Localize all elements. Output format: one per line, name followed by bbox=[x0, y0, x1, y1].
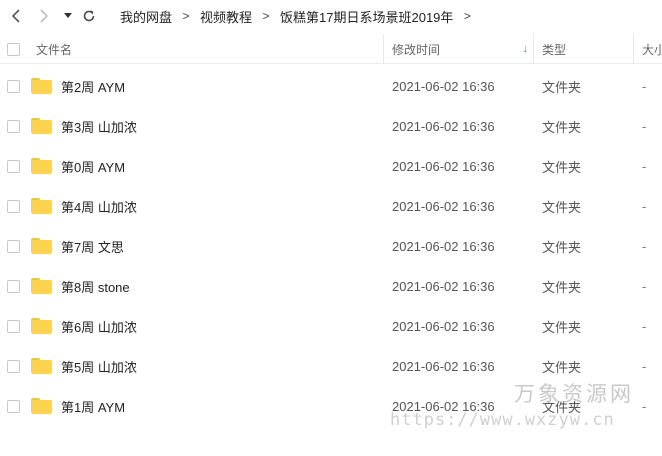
column-header-name-label: 文件名 bbox=[36, 42, 73, 57]
modified-time: 2021-06-02 16:36 bbox=[392, 198, 495, 214]
file-name[interactable]: 第7周 文思 bbox=[61, 226, 124, 266]
file-name[interactable]: 第8周 stone bbox=[61, 266, 130, 306]
file-name[interactable]: 第1周 AYM bbox=[61, 386, 125, 426]
file-type: 文件夹 bbox=[542, 159, 582, 175]
chevron-left-icon bbox=[11, 9, 20, 23]
file-name[interactable]: 第6周 山加浓 bbox=[61, 306, 137, 346]
folder-row[interactable]: 第8周 stone 2021-06-02 16:36 文件夹 - bbox=[0, 266, 662, 306]
row-checkbox[interactable] bbox=[7, 279, 20, 293]
modified-time: 2021-06-02 16:36 bbox=[392, 238, 495, 254]
file-size: - bbox=[642, 318, 647, 334]
file-list-header: 文件名 修改时间 ↓ 类型 大小 bbox=[0, 34, 662, 64]
file-size: - bbox=[642, 118, 647, 134]
refresh-button[interactable] bbox=[79, 0, 99, 32]
breadcrumb-separator: > bbox=[182, 9, 190, 23]
row-checkbox[interactable] bbox=[7, 319, 20, 333]
navigation-bar: 我的网盘 > 视频教程 > 饭糕第17期日系场景班2019年 > bbox=[0, 0, 662, 32]
column-header-size[interactable]: 大小 bbox=[642, 34, 662, 64]
watermark-title: 万象资源网 bbox=[514, 382, 634, 406]
caret-down-icon bbox=[64, 13, 72, 18]
row-checkbox[interactable] bbox=[7, 199, 20, 213]
refresh-icon bbox=[83, 10, 95, 22]
file-type: 文件夹 bbox=[542, 279, 582, 295]
sort-descending-icon: ↓ bbox=[522, 43, 529, 55]
forward-button[interactable] bbox=[34, 0, 54, 32]
file-name[interactable]: 第3周 山加浓 bbox=[61, 106, 137, 146]
file-type: 文件夹 bbox=[542, 239, 582, 255]
file-name[interactable]: 第0周 AYM bbox=[61, 146, 125, 186]
file-list: 第2周 AYM 2021-06-02 16:36 文件夹 - 第3周 山加浓 2… bbox=[0, 66, 662, 426]
file-size: - bbox=[642, 398, 647, 414]
folder-icon bbox=[31, 398, 52, 414]
modified-time: 2021-06-02 16:36 bbox=[392, 318, 495, 334]
breadcrumb-separator: > bbox=[262, 9, 270, 23]
watermark-url: https://www.wxzyw.cn bbox=[390, 410, 615, 430]
history-dropdown-button[interactable] bbox=[61, 0, 75, 32]
file-name[interactable]: 第2周 AYM bbox=[61, 66, 125, 106]
column-divider[interactable] bbox=[383, 34, 384, 64]
column-header-size-label: 大小 bbox=[642, 42, 662, 57]
modified-time: 2021-06-02 16:36 bbox=[392, 118, 495, 134]
file-type: 文件夹 bbox=[542, 199, 582, 215]
folder-row[interactable]: 第7周 文思 2021-06-02 16:36 文件夹 - bbox=[0, 226, 662, 266]
row-checkbox[interactable] bbox=[7, 119, 20, 133]
modified-time: 2021-06-02 16:36 bbox=[392, 278, 495, 294]
folder-row[interactable]: 第6周 山加浓 2021-06-02 16:36 文件夹 - bbox=[0, 306, 662, 346]
breadcrumb-item-video-tutorials[interactable]: 视频教程 bbox=[200, 7, 252, 26]
folder-row[interactable]: 第4周 山加浓 2021-06-02 16:36 文件夹 - bbox=[0, 186, 662, 226]
folder-icon bbox=[31, 118, 52, 134]
modified-time: 2021-06-02 16:36 bbox=[392, 78, 495, 94]
file-size: - bbox=[642, 78, 647, 94]
file-size: - bbox=[642, 278, 647, 294]
folder-icon bbox=[31, 78, 52, 94]
file-size: - bbox=[642, 238, 647, 254]
breadcrumb-item-current-folder[interactable]: 饭糕第17期日系场景班2019年 bbox=[280, 7, 453, 26]
row-checkbox[interactable] bbox=[7, 239, 20, 253]
select-all-checkbox[interactable] bbox=[7, 42, 20, 56]
column-header-name[interactable]: 文件名 bbox=[36, 34, 72, 64]
file-size: - bbox=[642, 158, 647, 174]
folder-row[interactable]: 第0周 AYM 2021-06-02 16:36 文件夹 - bbox=[0, 146, 662, 186]
column-header-type[interactable]: 类型 bbox=[542, 34, 566, 64]
select-all-cell bbox=[7, 34, 20, 64]
row-checkbox[interactable] bbox=[7, 159, 20, 173]
breadcrumb: 我的网盘 > 视频教程 > 饭糕第17期日系场景班2019年 > bbox=[120, 0, 481, 32]
modified-time: 2021-06-02 16:36 bbox=[392, 158, 495, 174]
folder-icon bbox=[31, 238, 52, 254]
folder-icon bbox=[31, 278, 52, 294]
folder-icon bbox=[31, 318, 52, 334]
file-name[interactable]: 第4周 山加浓 bbox=[61, 186, 137, 226]
column-header-type-label: 类型 bbox=[542, 42, 567, 57]
folder-row[interactable]: 第2周 AYM 2021-06-02 16:36 文件夹 - bbox=[0, 66, 662, 106]
column-divider[interactable] bbox=[533, 34, 534, 64]
chevron-right-icon bbox=[40, 9, 49, 23]
folder-row[interactable]: 第3周 山加浓 2021-06-02 16:36 文件夹 - bbox=[0, 106, 662, 146]
row-checkbox[interactable] bbox=[7, 399, 20, 413]
back-button[interactable] bbox=[6, 0, 26, 32]
file-type: 文件夹 bbox=[542, 319, 582, 335]
folder-icon bbox=[31, 198, 52, 214]
column-divider[interactable] bbox=[633, 34, 634, 64]
row-checkbox[interactable] bbox=[7, 79, 20, 93]
file-size: - bbox=[642, 198, 647, 214]
breadcrumb-separator[interactable]: > bbox=[453, 9, 481, 23]
file-type: 文件夹 bbox=[542, 119, 582, 135]
file-type: 文件夹 bbox=[542, 79, 582, 95]
folder-icon bbox=[31, 158, 52, 174]
column-header-modified[interactable]: 修改时间 ↓ bbox=[392, 34, 528, 64]
file-size: - bbox=[642, 358, 647, 374]
row-checkbox[interactable] bbox=[7, 359, 20, 373]
modified-time: 2021-06-02 16:36 bbox=[392, 358, 495, 374]
breadcrumb-item-my-drive[interactable]: 我的网盘 bbox=[120, 7, 172, 26]
column-header-modified-label: 修改时间 bbox=[392, 42, 441, 57]
file-name[interactable]: 第5周 山加浓 bbox=[61, 346, 137, 386]
folder-icon bbox=[31, 358, 52, 374]
